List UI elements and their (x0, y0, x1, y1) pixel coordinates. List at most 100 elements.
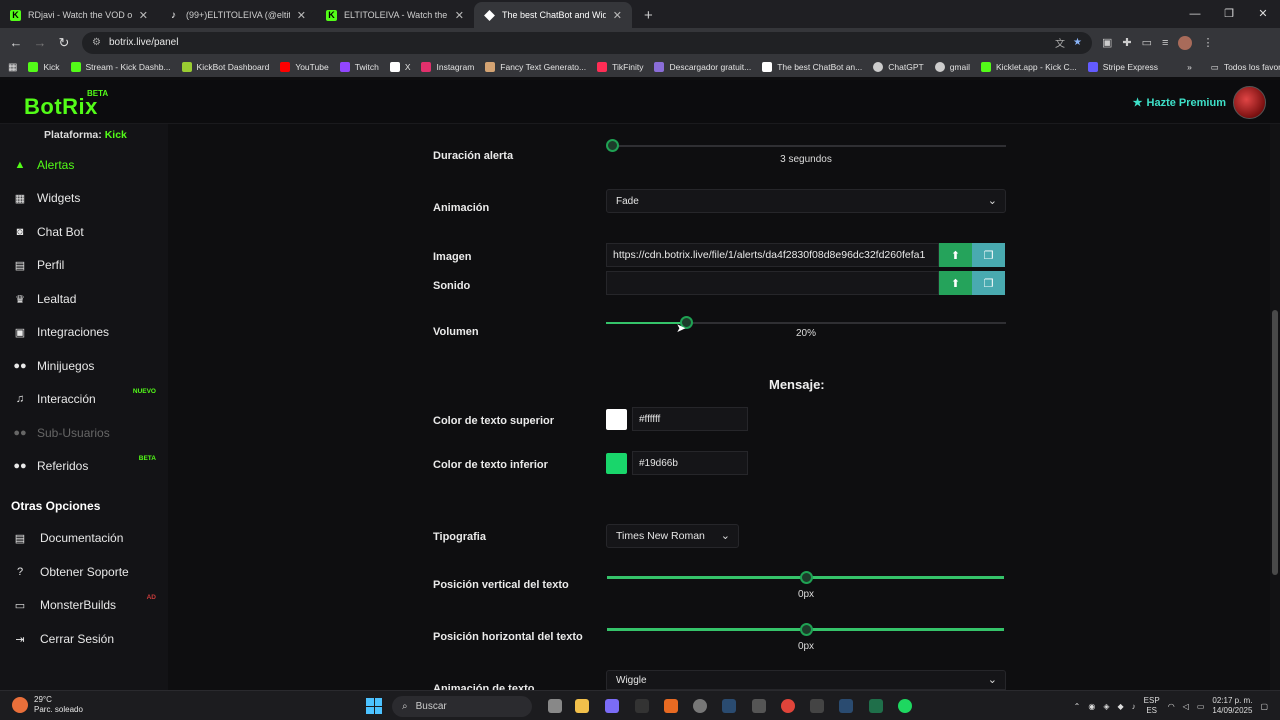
sidebar-item-chat-bot[interactable]: ◙ Chat Bot (0, 217, 168, 247)
app-icon[interactable] (810, 699, 824, 713)
app-icon[interactable] (869, 699, 883, 713)
horizontal-position-thumb[interactable] (799, 623, 813, 636)
chrome-icon[interactable] (781, 699, 795, 713)
clock[interactable]: 02:17 p. m. 14/09/2025 (1212, 696, 1252, 716)
cast-icon[interactable]: ▭ (1142, 36, 1152, 49)
bookmark-item[interactable]: Stream - Kick Dashb... (70, 62, 171, 72)
spotify-icon[interactable] (898, 699, 912, 713)
sidebar-item-lealtad[interactable]: ♛ Lealtad (0, 284, 168, 314)
windows-start-icon[interactable] (366, 698, 382, 714)
sound-gallery-button[interactable]: ❐ (972, 271, 1005, 295)
sidebar-item-minijuegos[interactable]: ●● Minijuegos (0, 351, 168, 381)
premium-button[interactable]: ★ Hazte Premium (1133, 96, 1226, 110)
sidebar-item-documentacion[interactable]: ▤ Documentación (0, 523, 168, 553)
new-tab-button[interactable]: + (632, 7, 665, 28)
browser-tab-3[interactable]: K ELTITOLEIVA - Watch the VOD on ✕ (316, 2, 474, 28)
bookmark-item[interactable]: Stripe Express (1087, 62, 1158, 72)
tray-app-icon[interactable]: ◈ (1103, 702, 1109, 711)
sidebar-item-interaccion[interactable]: ♫ Interacción NUEVO (0, 384, 168, 414)
apps-icon[interactable]: ▦ (8, 62, 17, 73)
app-icon[interactable] (752, 699, 766, 713)
bookmark-item[interactable]: ChatGPT (873, 62, 924, 72)
all-bookmarks[interactable]: ▭ Todos los favoritos (1211, 62, 1280, 73)
scrollbar-thumb[interactable] (1272, 310, 1278, 575)
close-icon[interactable]: ✕ (455, 9, 464, 22)
bottom-color-swatch[interactable] (606, 453, 627, 474)
taskbar-search[interactable]: ⌕ Buscar (392, 696, 532, 717)
sidebar-item-perfil[interactable]: ▤ Perfil (0, 250, 168, 280)
back-icon[interactable]: ← (4, 35, 28, 50)
image-gallery-button[interactable]: ❐ (972, 243, 1005, 267)
sound-url-input[interactable] (606, 271, 939, 295)
bottom-color-input[interactable]: #19d66b (632, 451, 748, 475)
reading-list-icon[interactable]: ≡ (1162, 37, 1168, 49)
language-indicator[interactable]: ESP ES (1144, 696, 1160, 716)
top-color-swatch[interactable] (606, 409, 627, 430)
tray-app-icon[interactable]: ◆ (1118, 702, 1124, 711)
sidebar-item-cerrar-sesion[interactable]: ⇥ Cerrar Sesión (0, 624, 168, 654)
bookmark-item[interactable]: YouTube (280, 62, 329, 72)
browser-tab-1[interactable]: K RDjavi - Watch the VOD on Kick ✕ (0, 2, 158, 28)
menu-icon[interactable]: ⋮ (1202, 36, 1213, 49)
puzzle-icon[interactable]: ✚ (1122, 36, 1131, 49)
duration-slider-thumb[interactable] (606, 139, 619, 152)
minimize-icon[interactable]: — (1178, 0, 1212, 28)
more-bookmarks-icon[interactable]: » (1187, 62, 1192, 72)
bookmark-item[interactable]: X (389, 62, 410, 72)
bookmark-item[interactable]: gmail (934, 62, 970, 72)
bookmark-item[interactable]: KickBot Dashboard (181, 62, 269, 72)
sidebar-item-referidos[interactable]: ●● Referidos BETA (0, 451, 168, 481)
address-bar[interactable]: ⚙ botrix.live/panel 文 ★ (82, 31, 1092, 54)
bookmark-item[interactable]: Fancy Text Generato... (485, 62, 586, 72)
obs-icon[interactable] (693, 699, 707, 713)
text-animation-select[interactable]: Wiggle ⌄ (606, 670, 1006, 690)
bookmark-item[interactable]: Kick (28, 62, 60, 72)
profile-avatar[interactable] (1178, 35, 1193, 50)
sidebar-item-widgets[interactable]: ▦ Widgets (0, 183, 168, 213)
wifi-icon[interactable]: ◠ (1168, 702, 1175, 711)
bookmark-star-icon[interactable]: ★ (1073, 37, 1082, 48)
platform-value[interactable]: Kick (105, 129, 127, 141)
bookmark-item[interactable]: Instagram (421, 62, 474, 72)
browser-tab-4[interactable]: The best ChatBot and Widgets ✕ (474, 2, 632, 28)
forward-icon[interactable]: → (28, 35, 52, 50)
user-avatar[interactable] (1233, 86, 1266, 119)
discord-icon[interactable] (605, 699, 619, 713)
task-view-icon[interactable] (548, 699, 562, 713)
steam-icon[interactable] (722, 699, 736, 713)
file-explorer-icon[interactable] (575, 699, 589, 713)
sidebar-item-sub-usuarios[interactable]: ●● Sub-Usuarios (0, 418, 168, 448)
top-color-input[interactable]: #ffffff (632, 407, 748, 431)
bookmark-item[interactable]: Kicklet.app - Kick C... (981, 62, 1077, 72)
close-icon[interactable]: ✕ (297, 9, 306, 22)
duration-slider-track[interactable] (612, 145, 1006, 147)
chevron-up-icon[interactable]: ⌃ (1074, 702, 1081, 711)
tray-app-icon[interactable]: ◉ (1088, 702, 1095, 711)
sidebar-item-alertas[interactable]: ▲ Alertas (0, 150, 168, 180)
sidebar-item-monsterbuilds[interactable]: ▭ MonsterBuilds AD (0, 590, 168, 620)
bookmark-item[interactable]: TikFinity (597, 62, 643, 72)
notifications-icon[interactable]: ▢ (1260, 702, 1268, 711)
close-icon[interactable]: ✕ (139, 9, 148, 22)
bookmark-item[interactable]: Descargador gratuit... (654, 62, 751, 72)
font-select[interactable]: Times New Roman ⌄ (606, 524, 739, 548)
volume-icon[interactable]: ◁ (1183, 702, 1189, 711)
image-url-input[interactable]: https://cdn.botrix.live/file/1/alerts/da… (606, 243, 939, 267)
upload-sound-button[interactable]: ⬆ (939, 271, 972, 295)
close-icon[interactable]: ✕ (613, 9, 622, 22)
sidebar-item-integraciones[interactable]: ▣ Integraciones (0, 317, 168, 347)
battery-icon[interactable]: ▭ (1197, 702, 1205, 711)
site-info-icon[interactable]: ⚙ (92, 37, 101, 48)
reload-icon[interactable]: ↻ (52, 35, 76, 51)
upload-image-button[interactable]: ⬆ (939, 243, 972, 267)
steam-icon[interactable] (839, 699, 853, 713)
close-window-icon[interactable]: ✕ (1246, 0, 1280, 28)
extension-icon[interactable]: ▣ (1102, 36, 1112, 49)
maximize-icon[interactable]: ❐ (1212, 0, 1246, 28)
app-icon[interactable] (664, 699, 678, 713)
browser-tab-2[interactable]: ♪ (99+)ELTITOLEIVA (@eltitoleiva) ✕ (158, 2, 316, 28)
animation-select[interactable]: Fade ⌄ (606, 189, 1006, 213)
weather-widget[interactable]: 29°C Parc. soleado (12, 695, 83, 715)
translate-icon[interactable]: 文 (1055, 35, 1065, 50)
microphone-icon[interactable]: ♪ (1132, 702, 1136, 711)
